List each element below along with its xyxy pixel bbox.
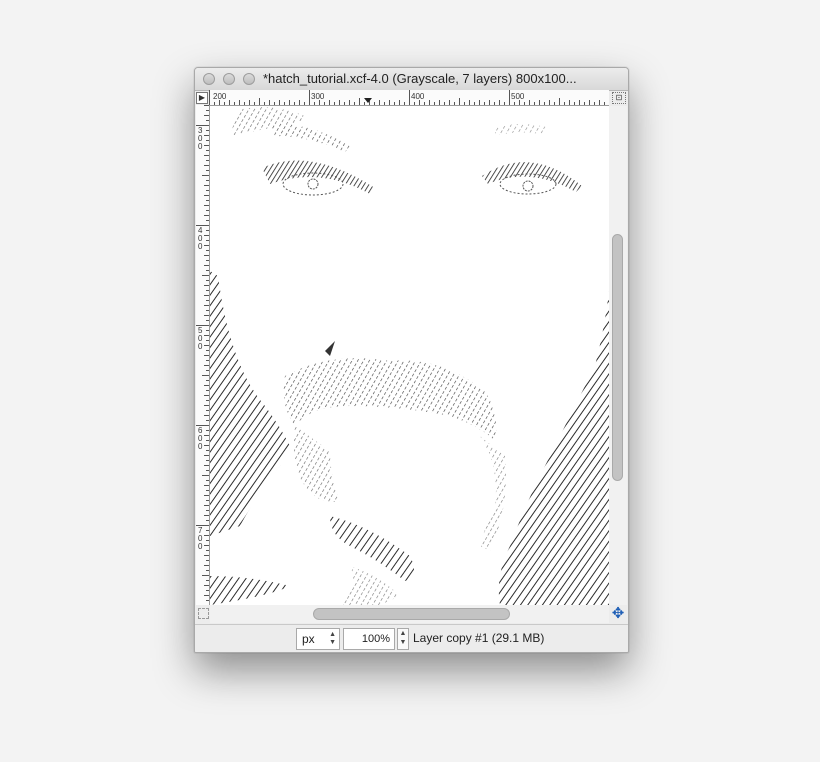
select-arrows-icon: ▲ ▼ bbox=[329, 631, 336, 646]
vertical-scrollbar-thumb[interactable] bbox=[612, 234, 623, 481]
hruler-label: 200 bbox=[213, 92, 227, 101]
zoom-fit-icon[interactable]: ⊡ bbox=[612, 92, 626, 104]
layer-info-text: Layer copy #1 (29.1 MB) bbox=[413, 631, 545, 645]
horizontal-ruler-svg: 200 300 400 500 bbox=[209, 90, 605, 105]
zoom-value: 100 bbox=[361, 633, 381, 645]
vruler-label: 600 bbox=[198, 426, 203, 451]
vertical-ruler[interactable]: 300 400 500 600 700 bbox=[196, 105, 210, 605]
horizontal-scrollbar[interactable] bbox=[210, 605, 609, 623]
minimize-button[interactable] bbox=[223, 73, 235, 85]
zoom-unit: % bbox=[380, 633, 390, 645]
window-title: *hatch_tutorial.xcf-4.0 (Grayscale, 7 la… bbox=[263, 71, 577, 86]
vruler-label: 500 bbox=[198, 326, 203, 351]
close-button[interactable] bbox=[203, 73, 215, 85]
zoom-stepper[interactable]: ▲ ▼ bbox=[397, 628, 409, 650]
vertical-ruler-svg: 3 0 0 4 0 0 5 0 0 6 0 0 7 0 0 bbox=[196, 105, 209, 601]
title-bar[interactable]: *hatch_tutorial.xcf-4.0 (Grayscale, 7 la… bbox=[195, 68, 628, 91]
image-window: *hatch_tutorial.xcf-4.0 (Grayscale, 7 la… bbox=[194, 67, 629, 653]
vruler-label: 700 bbox=[198, 526, 203, 551]
unit-value: px bbox=[302, 632, 315, 646]
horizontal-scrollbar-thumb[interactable] bbox=[313, 608, 510, 620]
unit-select[interactable]: px ▲ ▼ bbox=[296, 628, 340, 650]
zoom-window-button[interactable] bbox=[243, 73, 255, 85]
move-cross-icon[interactable]: ✥ bbox=[610, 606, 626, 622]
quick-mask-icon[interactable] bbox=[198, 608, 209, 619]
zoom-input[interactable]: 100% bbox=[343, 628, 395, 650]
image-canvas[interactable] bbox=[210, 106, 609, 605]
pointer-marker-icon bbox=[364, 98, 372, 103]
hatched-portrait-image bbox=[210, 106, 609, 605]
menu-arrow-icon[interactable]: ▶ bbox=[196, 92, 208, 104]
vertical-scrollbar[interactable] bbox=[609, 106, 627, 605]
hruler-label: 300 bbox=[311, 92, 325, 101]
vruler-label: 400 bbox=[198, 226, 203, 251]
horizontal-ruler[interactable]: 200 300 400 500 bbox=[209, 90, 609, 106]
hruler-label: 500 bbox=[511, 92, 525, 101]
hruler-label: 400 bbox=[411, 92, 425, 101]
status-bar: px ▲ ▼ 100% ▲ ▼ Layer copy #1 (29.1 MB) bbox=[195, 624, 628, 652]
vruler-label: 300 bbox=[198, 126, 203, 151]
